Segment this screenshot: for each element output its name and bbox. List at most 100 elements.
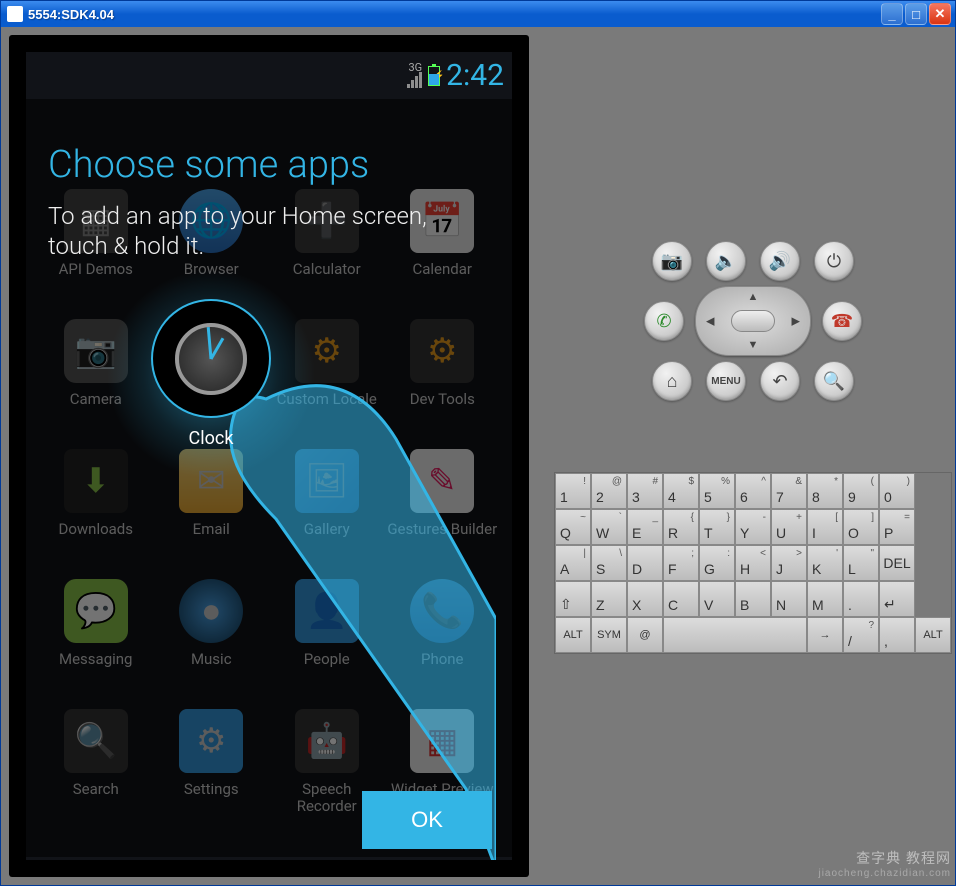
key-q[interactable]: Q~ (555, 509, 591, 545)
key-slash[interactable]: /? (843, 617, 879, 653)
key-sym[interactable]: SYM (591, 617, 627, 653)
key-c[interactable]: C (663, 581, 699, 617)
key-e[interactable]: E_ (627, 509, 663, 545)
app-phone[interactable]: 📞Phone (385, 579, 501, 699)
app-email[interactable]: ✉Email (154, 449, 270, 569)
menu-button[interactable]: MENU (706, 361, 746, 401)
device-screen[interactable]: 3G ⚡ 2:42 ▦API Demos🌐Browser➕Calculator📅… (26, 52, 512, 860)
app-downloads[interactable]: ⬇Downloads (38, 449, 154, 569)
ic-dl-icon: ⬇ (64, 449, 128, 513)
key-alt[interactable]: ALT (555, 617, 591, 653)
maximize-button[interactable]: □ (905, 3, 927, 25)
key-f[interactable]: F; (663, 545, 699, 581)
volume-up-button[interactable]: 🔊 (760, 241, 800, 281)
window-title: 5554:SDK4.04 (28, 7, 881, 22)
key-0[interactable]: 0) (879, 473, 915, 509)
key-del[interactable]: DEL (879, 545, 915, 581)
close-button[interactable]: ✕ (929, 3, 951, 25)
titlebar[interactable]: 5554:SDK4.04 _ □ ✕ (1, 1, 955, 27)
key-j[interactable]: J> (771, 545, 807, 581)
end-call-button[interactable]: ☎ (822, 301, 862, 341)
ok-button[interactable]: OK (362, 791, 492, 849)
app-custom-locale[interactable]: ⚙Custom Locale (269, 319, 385, 439)
camera-button[interactable]: 📷 (652, 241, 692, 281)
key-at[interactable]: @ (627, 617, 663, 653)
app-dev-tools[interactable]: ⚙Dev Tools (385, 319, 501, 439)
call-button[interactable]: ✆ (644, 301, 684, 341)
highlighted-app-label: Clock (189, 428, 234, 449)
key-alt-right[interactable]: ALT (915, 617, 951, 653)
key-l[interactable]: L" (843, 545, 879, 581)
dpad-down[interactable]: ▼ (748, 339, 759, 351)
key-6[interactable]: 6^ (735, 473, 771, 509)
key-comma[interactable]: , (879, 617, 915, 653)
key-x[interactable]: X (627, 581, 663, 617)
app-search[interactable]: 🔍Search (38, 709, 154, 829)
ic-msg-icon: 💬 (64, 579, 128, 643)
key-t[interactable]: T} (699, 509, 735, 545)
key-s[interactable]: S\ (591, 545, 627, 581)
battery-icon: ⚡ (428, 66, 440, 86)
key-.[interactable]: . (843, 581, 879, 617)
key-d[interactable]: D (627, 545, 663, 581)
device-frame: 3G ⚡ 2:42 ▦API Demos🌐Browser➕Calculator📅… (9, 35, 529, 877)
power-button[interactable]: ⏻ (814, 241, 854, 281)
signal-icon: 3G (407, 63, 422, 88)
key-b[interactable]: B (735, 581, 771, 617)
app-music[interactable]: ●Music (154, 579, 270, 699)
tutorial-title: Choose some apps (48, 143, 490, 187)
key-3[interactable]: 3# (627, 473, 663, 509)
key-y[interactable]: Y- (735, 509, 771, 545)
key-7[interactable]: 7& (771, 473, 807, 509)
app-people[interactable]: 👤People (269, 579, 385, 699)
key-u[interactable]: U+ (771, 509, 807, 545)
dpad-left[interactable]: ◀ (706, 315, 714, 328)
app-label: Custom Locale (277, 391, 377, 408)
minimize-button[interactable]: _ (881, 3, 903, 25)
key-4[interactable]: 4$ (663, 473, 699, 509)
key-↵[interactable]: ↵ (879, 581, 915, 617)
app-label: Messaging (59, 651, 132, 668)
back-button[interactable]: ↶ (760, 361, 800, 401)
window-client: 3G ⚡ 2:42 ▦API Demos🌐Browser➕Calculator📅… (1, 27, 955, 885)
home-button[interactable]: ⌂ (652, 361, 692, 401)
app-label: Email (193, 521, 230, 538)
app-label: Gallery (304, 521, 350, 538)
key-w[interactable]: W` (591, 509, 627, 545)
key-⇧[interactable]: ⇧ (555, 581, 591, 617)
key-8[interactable]: 8* (807, 473, 843, 509)
key-h[interactable]: H< (735, 545, 771, 581)
key-g[interactable]: G: (699, 545, 735, 581)
key-a[interactable]: A| (555, 545, 591, 581)
app-label: Calendar (412, 261, 472, 278)
key-r[interactable]: R{ (663, 509, 699, 545)
key-v[interactable]: V (699, 581, 735, 617)
key-space[interactable] (663, 617, 807, 653)
dpad-right[interactable]: ▶ (792, 315, 800, 328)
dpad-center[interactable] (731, 310, 775, 332)
key-5[interactable]: 5% (699, 473, 735, 509)
app-settings[interactable]: ⚙Settings (154, 709, 270, 829)
key-o[interactable]: O] (843, 509, 879, 545)
key-9[interactable]: 9( (843, 473, 879, 509)
key-p[interactable]: P= (879, 509, 915, 545)
app-gallery[interactable]: 🖼Gallery (269, 449, 385, 569)
app-label: Music (191, 651, 232, 668)
search-button[interactable]: 🔍 (814, 361, 854, 401)
highlighted-app[interactable]: Clock (136, 299, 286, 449)
key-k[interactable]: K' (807, 545, 843, 581)
key-1[interactable]: 1! (555, 473, 591, 509)
key-2[interactable]: 2@ (591, 473, 627, 509)
key-m[interactable]: M (807, 581, 843, 617)
ic-gesture-icon: ✎ (410, 449, 474, 513)
volume-down-button[interactable]: 🔈 (706, 241, 746, 281)
app-gestures-builder[interactable]: ✎Gestures Builder (385, 449, 501, 569)
dpad-up[interactable]: ▲ (748, 291, 759, 303)
ic-people-icon: 👤 (295, 579, 359, 643)
key-z[interactable]: Z (591, 581, 627, 617)
dpad[interactable]: ▲ ▼ ◀ ▶ (698, 289, 808, 353)
key-right[interactable]: → (807, 617, 843, 653)
key-n[interactable]: N (771, 581, 807, 617)
key-i[interactable]: I[ (807, 509, 843, 545)
app-messaging[interactable]: 💬 Messaging (38, 579, 154, 699)
